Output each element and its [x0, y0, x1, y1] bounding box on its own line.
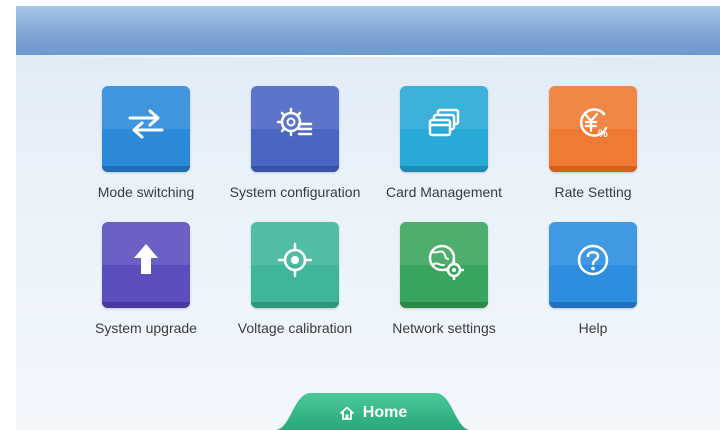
home-tab[interactable]: Home [275, 391, 471, 430]
crosshair-icon [277, 242, 313, 278]
gear-list-icon [276, 107, 313, 137]
main-screen: Mode switching System configuration Card… [16, 6, 720, 430]
rate-setting-button[interactable]: % [549, 86, 637, 172]
upload-arrow-icon [134, 244, 158, 274]
tile-label: Card Management [386, 184, 502, 200]
swap-arrows-icon [128, 109, 164, 139]
home-label: Home [362, 403, 408, 421]
top-bar [16, 6, 720, 55]
tile-network-settings[interactable]: Network settings [359, 222, 529, 336]
yen-percent-icon: % [579, 108, 608, 140]
tile-label: Mode switching [97, 184, 195, 200]
tile-rate-setting[interactable]: % Rate Setting [508, 86, 678, 200]
voltage-calibration-button[interactable] [251, 222, 339, 308]
globe-gear-icon [428, 244, 464, 280]
tile-label: Help [578, 320, 608, 336]
tile-system-upgrade[interactable]: System upgrade [61, 222, 231, 336]
svg-text:%: % [598, 128, 608, 140]
tile-voltage-calibration[interactable]: Voltage calibration [210, 222, 380, 336]
mode-switching-button[interactable] [102, 86, 190, 172]
tile-help[interactable]: Help [508, 222, 678, 336]
help-circle-icon [577, 244, 609, 276]
tile-label: System upgrade [95, 320, 197, 336]
system-upgrade-button[interactable] [102, 222, 190, 308]
tile-label: Rate Setting [554, 184, 632, 200]
home-icon [339, 406, 354, 420]
tile-card-management[interactable]: Card Management [359, 86, 529, 200]
tile-mode-switching[interactable]: Mode switching [61, 86, 231, 200]
tile-label: System configuration [229, 184, 361, 200]
card-management-button[interactable] [400, 86, 488, 172]
top-bar-divider [16, 55, 720, 57]
tile-label: Voltage calibration [237, 320, 353, 336]
cards-icon [428, 108, 460, 137]
network-settings-button[interactable] [400, 222, 488, 308]
tile-label: Network settings [392, 320, 496, 336]
tile-system-configuration[interactable]: System configuration [210, 86, 380, 200]
system-configuration-button[interactable] [251, 86, 339, 172]
help-button[interactable] [549, 222, 637, 308]
